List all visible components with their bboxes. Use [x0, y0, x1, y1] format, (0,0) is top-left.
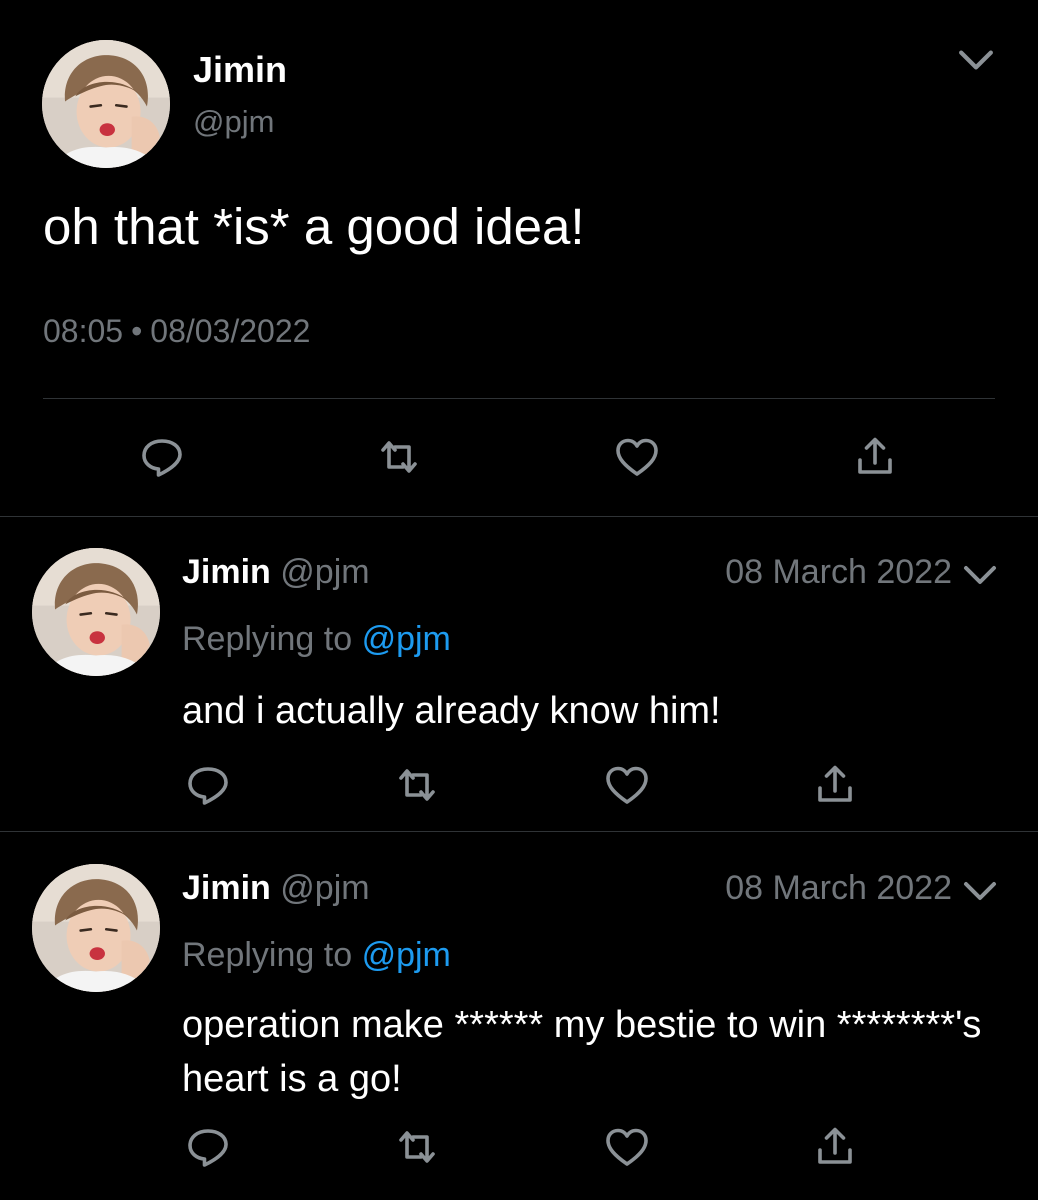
reply-text: and i actually already know him!: [182, 690, 721, 732]
reply-icon[interactable]: [183, 1122, 233, 1172]
replying-to-line: Replying to @pjm: [182, 617, 451, 661]
retweet-icon[interactable]: [392, 1122, 442, 1172]
replying-to-prefix: Replying to: [182, 936, 353, 974]
meta-separator: •: [131, 313, 143, 349]
section-divider: [0, 831, 1038, 832]
main-tweet-time: 08:05: [43, 313, 124, 349]
like-heart-icon[interactable]: [602, 1122, 652, 1172]
reply-date[interactable]: 08 March 2022: [725, 550, 952, 594]
main-tweet-author-handle[interactable]: @pjm: [193, 102, 274, 142]
share-icon[interactable]: [810, 1122, 860, 1172]
share-icon[interactable]: [850, 432, 900, 482]
reply-text: operation make ****** my bestie to win *…: [182, 1004, 982, 1100]
reply-icon[interactable]: [183, 760, 233, 810]
replying-to-mention-link[interactable]: @pjm: [362, 936, 451, 974]
reply-author-name[interactable]: Jimin: [182, 553, 271, 591]
reply-author-handle[interactable]: @pjm: [280, 869, 369, 907]
main-tweet-author-name[interactable]: Jimin: [193, 48, 287, 92]
replying-to-line: Replying to @pjm: [182, 933, 451, 977]
reply-author-name[interactable]: Jimin: [182, 869, 271, 907]
reply-avatar[interactable]: [32, 864, 160, 992]
reply-menu-chevron-icon[interactable]: [960, 874, 1000, 908]
reply-header: Jimin @pjm: [182, 866, 370, 910]
avatar-image: [32, 548, 160, 676]
section-divider: [0, 516, 1038, 517]
main-tweet-text: oh that *is* a good idea!: [43, 198, 585, 255]
main-tweet-menu-chevron-icon[interactable]: [954, 42, 998, 78]
main-tweet-date: 08/03/2022: [150, 313, 311, 349]
share-icon[interactable]: [810, 760, 860, 810]
main-tweet-avatar[interactable]: [42, 40, 170, 168]
main-tweet-timestamp[interactable]: 08:05 • 08/03/2022: [43, 310, 310, 352]
retweet-icon[interactable]: [392, 760, 442, 810]
retweet-icon[interactable]: [374, 432, 424, 482]
avatar-image: [42, 40, 170, 168]
reply-header: Jimin @pjm: [182, 550, 370, 594]
reply-author-handle[interactable]: @pjm: [280, 553, 369, 591]
like-heart-icon[interactable]: [602, 760, 652, 810]
replying-to-mention-link[interactable]: @pjm: [362, 620, 451, 658]
reply-icon[interactable]: [137, 432, 187, 482]
replying-to-prefix: Replying to: [182, 620, 353, 658]
avatar-image: [32, 864, 160, 992]
main-tweet-divider: [43, 398, 995, 399]
reply-menu-chevron-icon[interactable]: [960, 558, 1000, 592]
reply-date[interactable]: 08 March 2022: [725, 866, 952, 910]
reply-avatar[interactable]: [32, 548, 160, 676]
like-heart-icon[interactable]: [612, 432, 662, 482]
